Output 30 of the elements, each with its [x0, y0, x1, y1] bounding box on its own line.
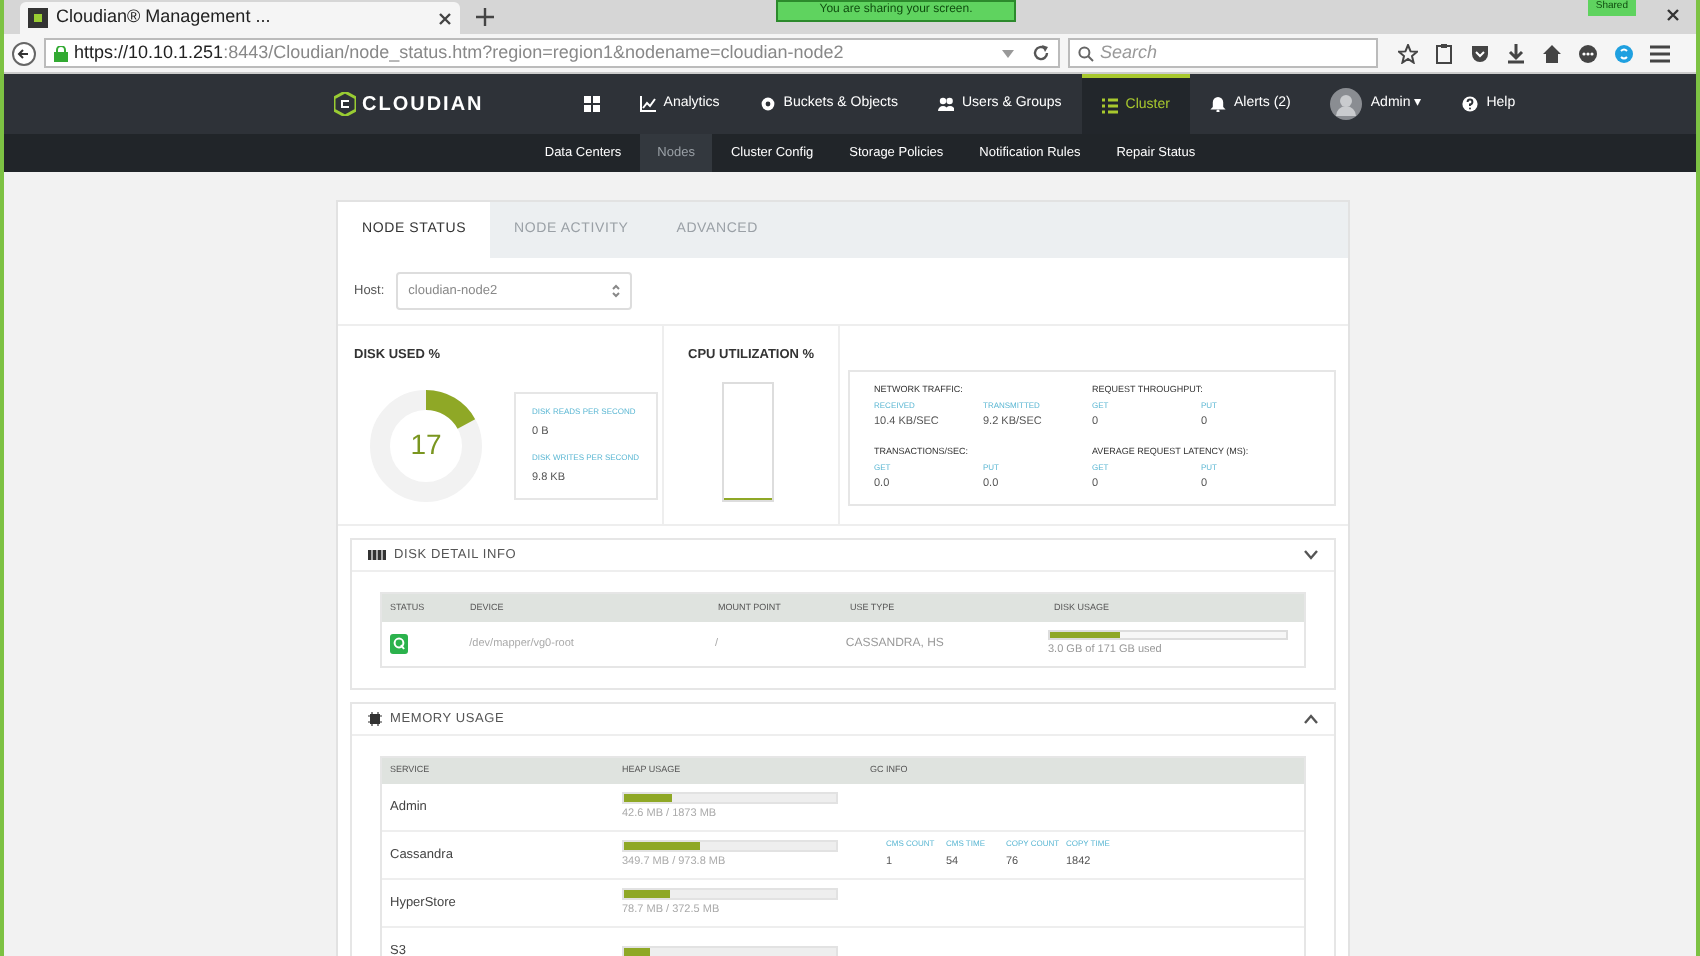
help-icon: [1462, 96, 1479, 112]
chip-icon: [368, 712, 382, 726]
home-icon[interactable]: [1542, 43, 1562, 63]
disk-used-value: 17: [410, 426, 442, 465]
disk-icon: [368, 550, 386, 560]
close-icon[interactable]: [1666, 8, 1680, 22]
list-icon: [1101, 98, 1118, 114]
gear-icon: [759, 96, 776, 112]
close-icon[interactable]: [438, 11, 452, 25]
star-icon[interactable]: [1398, 43, 1418, 63]
back-icon: [12, 41, 36, 65]
logo-icon: [334, 92, 356, 116]
new-tab-icon[interactable]: [476, 8, 494, 26]
download-icon[interactable]: [1506, 43, 1526, 63]
favicon-icon: [28, 8, 48, 28]
grid-icon: [583, 96, 600, 112]
chat-icon[interactable]: [1578, 43, 1598, 63]
browser-tab[interactable]: Cloudian® Management ...: [20, 2, 460, 34]
users-icon: [938, 96, 954, 112]
avatar-icon: [1330, 88, 1363, 120]
clipboard-icon[interactable]: [1434, 43, 1454, 63]
expand-icon[interactable]: [1304, 550, 1318, 560]
chart-icon: [639, 96, 656, 112]
logo-text: CLOUDIAN: [362, 91, 484, 119]
search-icon: [1078, 45, 1094, 61]
status-icon: [390, 634, 408, 654]
menu-icon[interactable]: [1650, 43, 1670, 63]
collapse-icon[interactable]: [1304, 714, 1318, 724]
sort-icon: [612, 284, 621, 298]
bell-icon: [1209, 96, 1226, 112]
